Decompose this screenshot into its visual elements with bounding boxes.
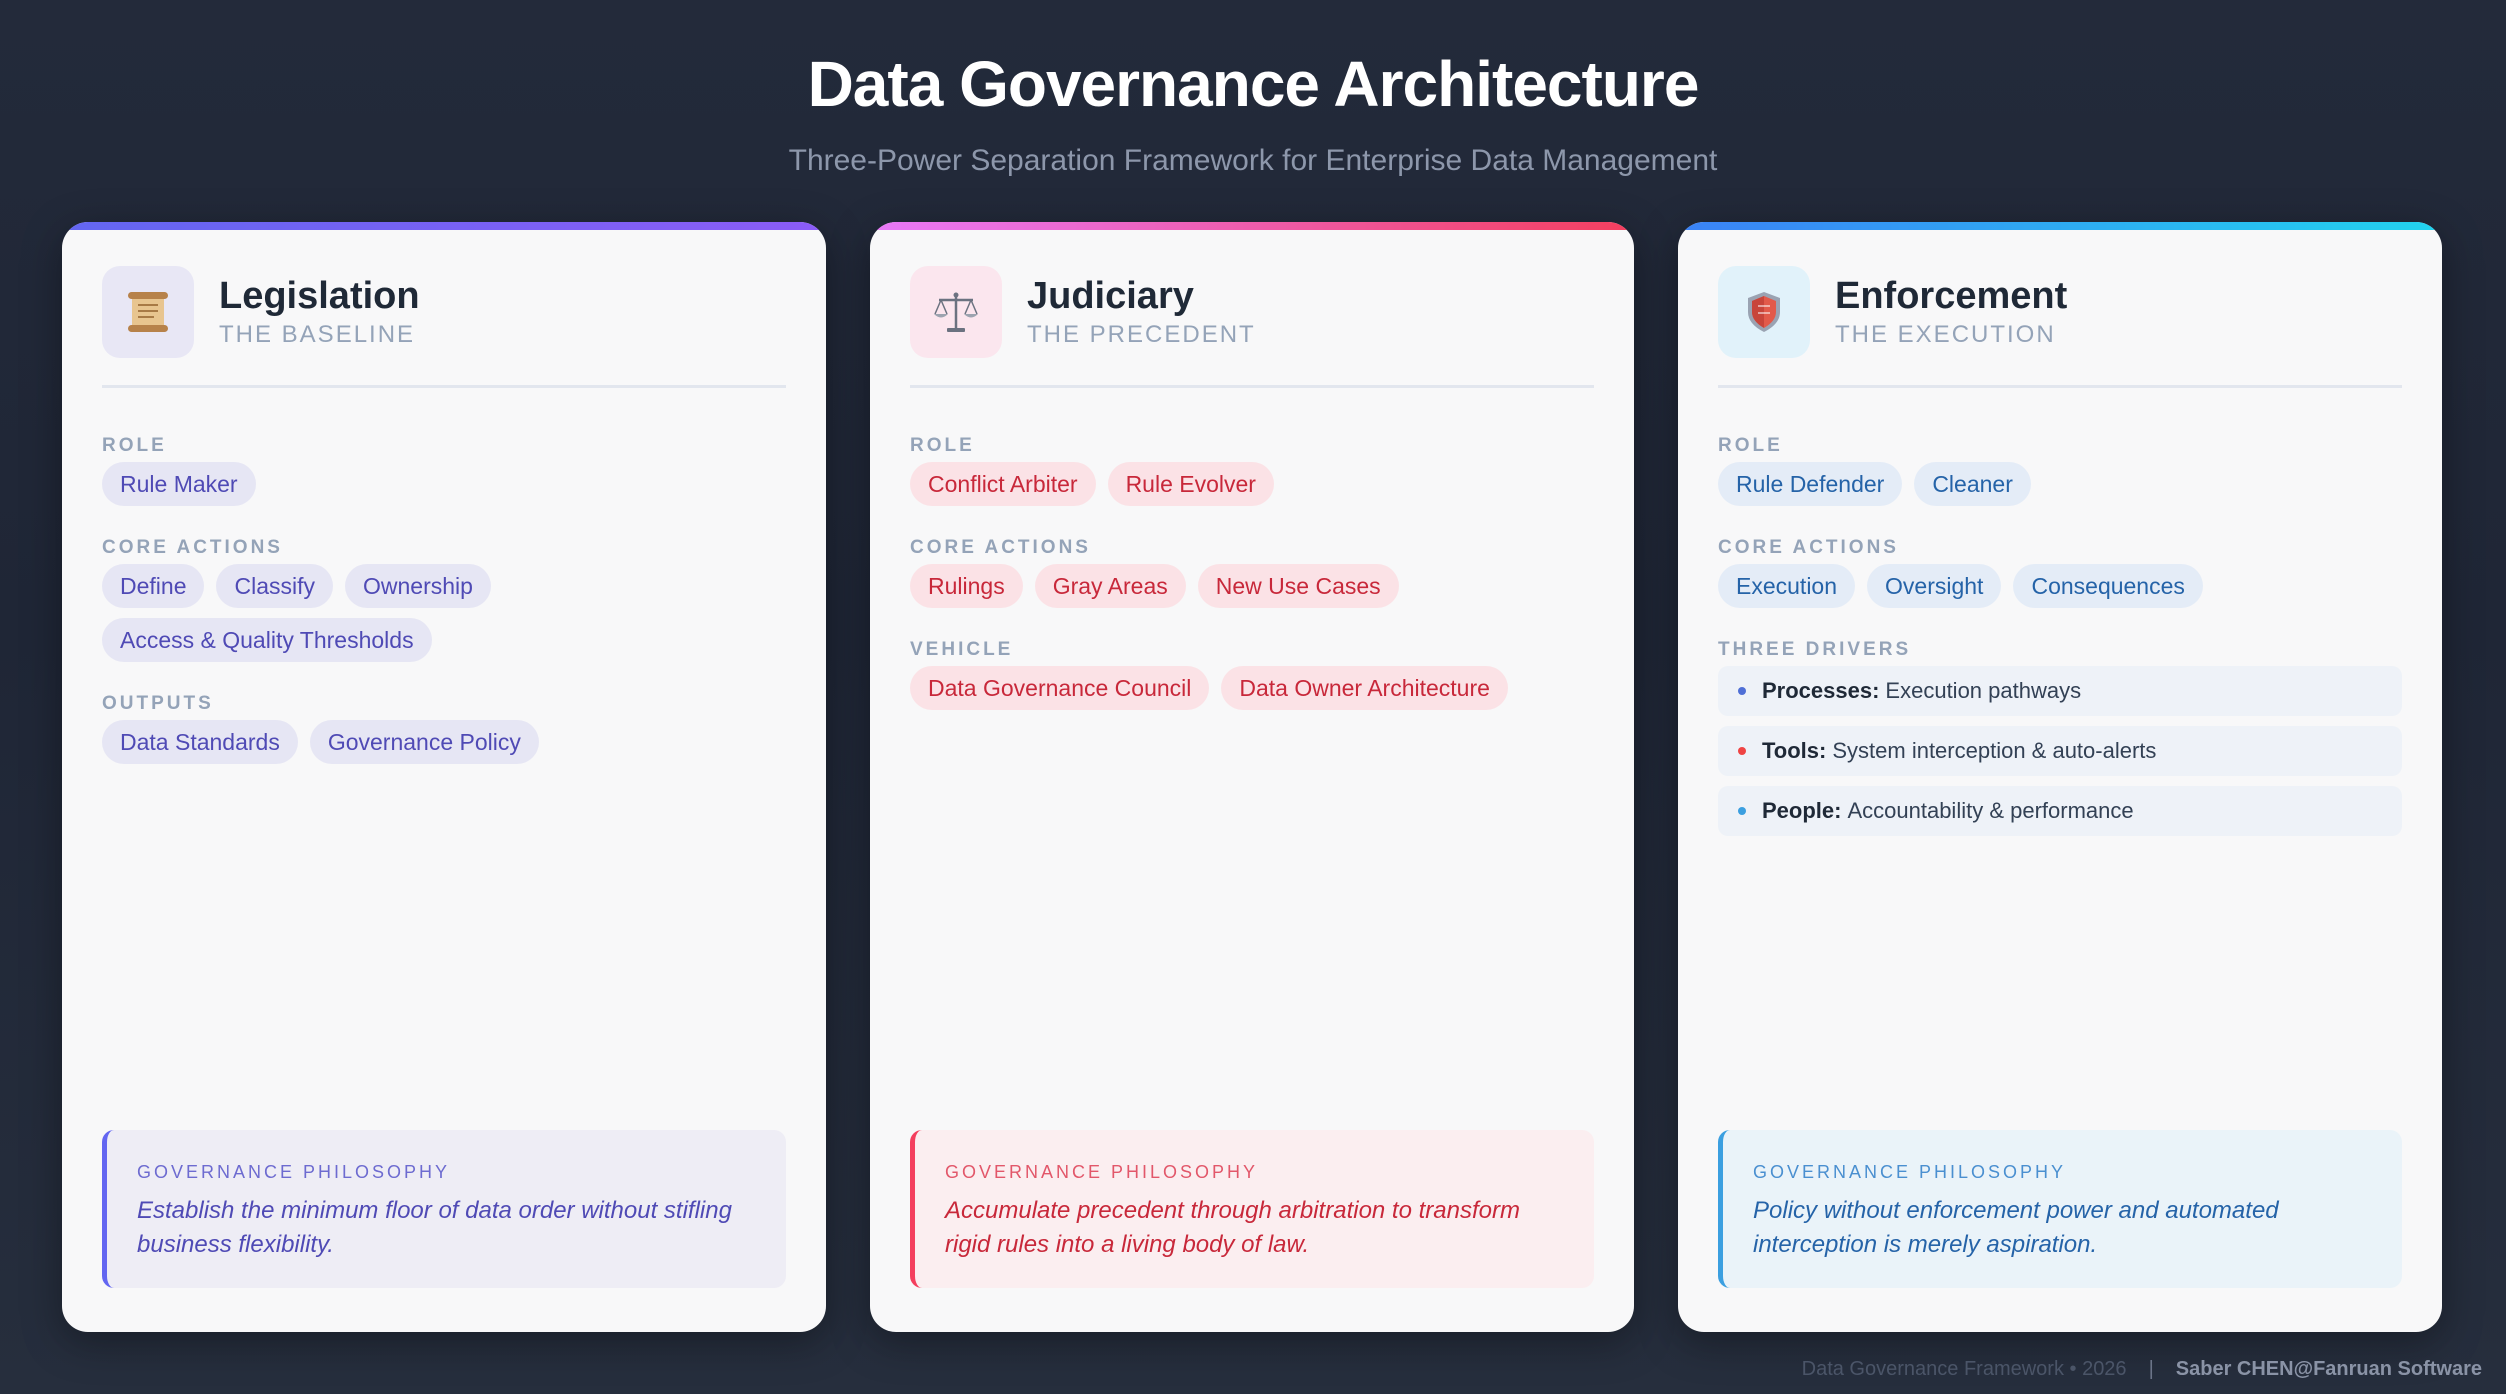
pill: Consequences [2013,564,2203,608]
section-label-role: ROLE [1718,435,1783,456]
philosophy-label: GOVERNANCE PHILOSOPHY [1753,1162,2067,1182]
pill: Access & Quality Thresholds [102,618,432,662]
card-legislation: Legislation THE BASELINE ROLE Rule Maker… [62,222,826,1332]
drivers-list: Processes: Execution pathways Tools: Sys… [1718,666,2402,836]
pill: Conflict Arbiter [910,462,1096,506]
driver-text: Execution pathways [1885,678,2082,703]
section-label-three-drivers: THREE DRIVERS [1718,639,1912,660]
card-header: Enforcement THE EXECUTION [1718,266,2402,358]
pill: Execution [1718,564,1856,608]
divider [910,385,1594,388]
page-title: Data Governance Architecture [807,48,1700,120]
card-accent-bar [870,222,1634,230]
pill: New Use Cases [1197,564,1399,608]
card-subtitle: THE EXECUTION [1835,321,2056,348]
pill: Rule Maker [102,462,256,506]
driver-tools: Tools: System interception & auto-alerts [1718,726,2402,776]
section-label-core-actions: CORE ACTIONS [910,537,1091,558]
bullet-dot-icon [1738,747,1746,755]
card-enforcement: Enforcement THE EXECUTION ROLE Rule Defe… [1678,222,2442,1332]
core-action-pills: Define Classify Ownership Access & Quali… [102,564,786,662]
driver-key: Tools: [1762,738,1827,763]
section-label-outputs: OUTPUTS [102,693,214,714]
pill: Classify [216,564,333,608]
pill: Rule Evolver [1107,462,1274,506]
role-pills: Rule Maker [102,462,786,506]
pill: Gray Areas [1034,564,1186,608]
card-title: Judiciary [1027,275,1194,317]
footer-separator: | [2148,1358,2154,1380]
pill: Data Governance Council [910,666,1210,710]
driver-people: People: Accountability & performance [1718,786,2402,836]
section-label-core-actions: CORE ACTIONS [1718,537,1899,558]
section-label-role: ROLE [102,435,167,456]
section-label-role: ROLE [910,435,975,456]
footer: Data Governance Framework • 2026 | Saber C… [1802,1356,2482,1382]
card-title: Legislation [219,275,420,317]
card-header: Legislation THE BASELINE [102,266,786,358]
card-judiciary: Judiciary THE PRECEDENT ROLE Conflict Ar… [870,222,1634,1332]
output-pills: Data Standards Governance Policy [102,720,786,764]
driver-processes: Processes: Execution pathways [1718,666,2402,716]
footer-left: Data Governance Framework • 2026 [1801,1358,2127,1380]
pill: Define [102,564,205,608]
philosophy-text: Policy without enforcement power and aut… [1753,1197,2279,1258]
core-action-pills: Execution Oversight Consequences [1718,564,2402,608]
divider [1718,385,2402,388]
driver-text: System interception & auto-alerts [1832,738,2157,763]
bullet-dot-icon [1738,807,1746,815]
card-subtitle: THE BASELINE [219,321,416,348]
scroll-icon [102,266,194,358]
pill: Rule Defender [1718,462,1903,506]
role-pills: Rule Defender Cleaner [1718,462,2402,506]
section-label-vehicle: VEHICLE [910,639,1014,660]
pill: Data Standards [102,720,298,764]
card-title: Enforcement [1835,275,2068,317]
pill: Oversight [1867,564,2002,608]
philosophy-box: GOVERNANCE PHILOSOPHY Policy without enf… [1718,1130,2402,1288]
driver-text: Accountability & performance [1847,798,2134,823]
pill: Rulings [910,564,1023,608]
card-subtitle: THE PRECEDENT [1027,321,1256,348]
driver-key: People: [1762,798,1842,823]
philosophy-text: Establish the minimum floor of data orde… [137,1197,732,1258]
driver-key: Processes: [1762,678,1880,703]
card-header: Judiciary THE PRECEDENT [910,266,1594,358]
pill: Cleaner [1914,462,2031,506]
vehicle-pills: Data Governance Council Data Owner Archi… [910,666,1594,710]
scales-icon [910,266,1002,358]
philosophy-label: GOVERNANCE PHILOSOPHY [137,1162,451,1182]
philosophy-text: Accumulate precedent through arbitration… [945,1197,1520,1258]
role-pills: Conflict Arbiter Rule Evolver [910,462,1594,506]
card-accent-bar [1678,222,2442,230]
pill: Ownership [345,564,491,608]
philosophy-label: GOVERNANCE PHILOSOPHY [945,1162,1259,1182]
page-subtitle: Three-Power Separation Framework for Ent… [788,144,1718,177]
footer-author: Saber CHEN@Fanruan Software [2175,1358,2482,1380]
core-action-pills: Rulings Gray Areas New Use Cases [910,564,1594,608]
philosophy-box: GOVERNANCE PHILOSOPHY Accumulate precede… [910,1130,1594,1288]
page-header: Data Governance Architecture Three-Power… [0,40,2506,180]
divider [102,385,786,388]
philosophy-box: GOVERNANCE PHILOSOPHY Establish the mini… [102,1130,786,1288]
pill: Data Owner Architecture [1221,666,1508,710]
pill: Governance Policy [309,720,539,764]
card-accent-bar [62,222,826,230]
shield-icon [1718,266,1810,358]
bullet-dot-icon [1738,687,1746,695]
section-label-core-actions: CORE ACTIONS [102,537,283,558]
